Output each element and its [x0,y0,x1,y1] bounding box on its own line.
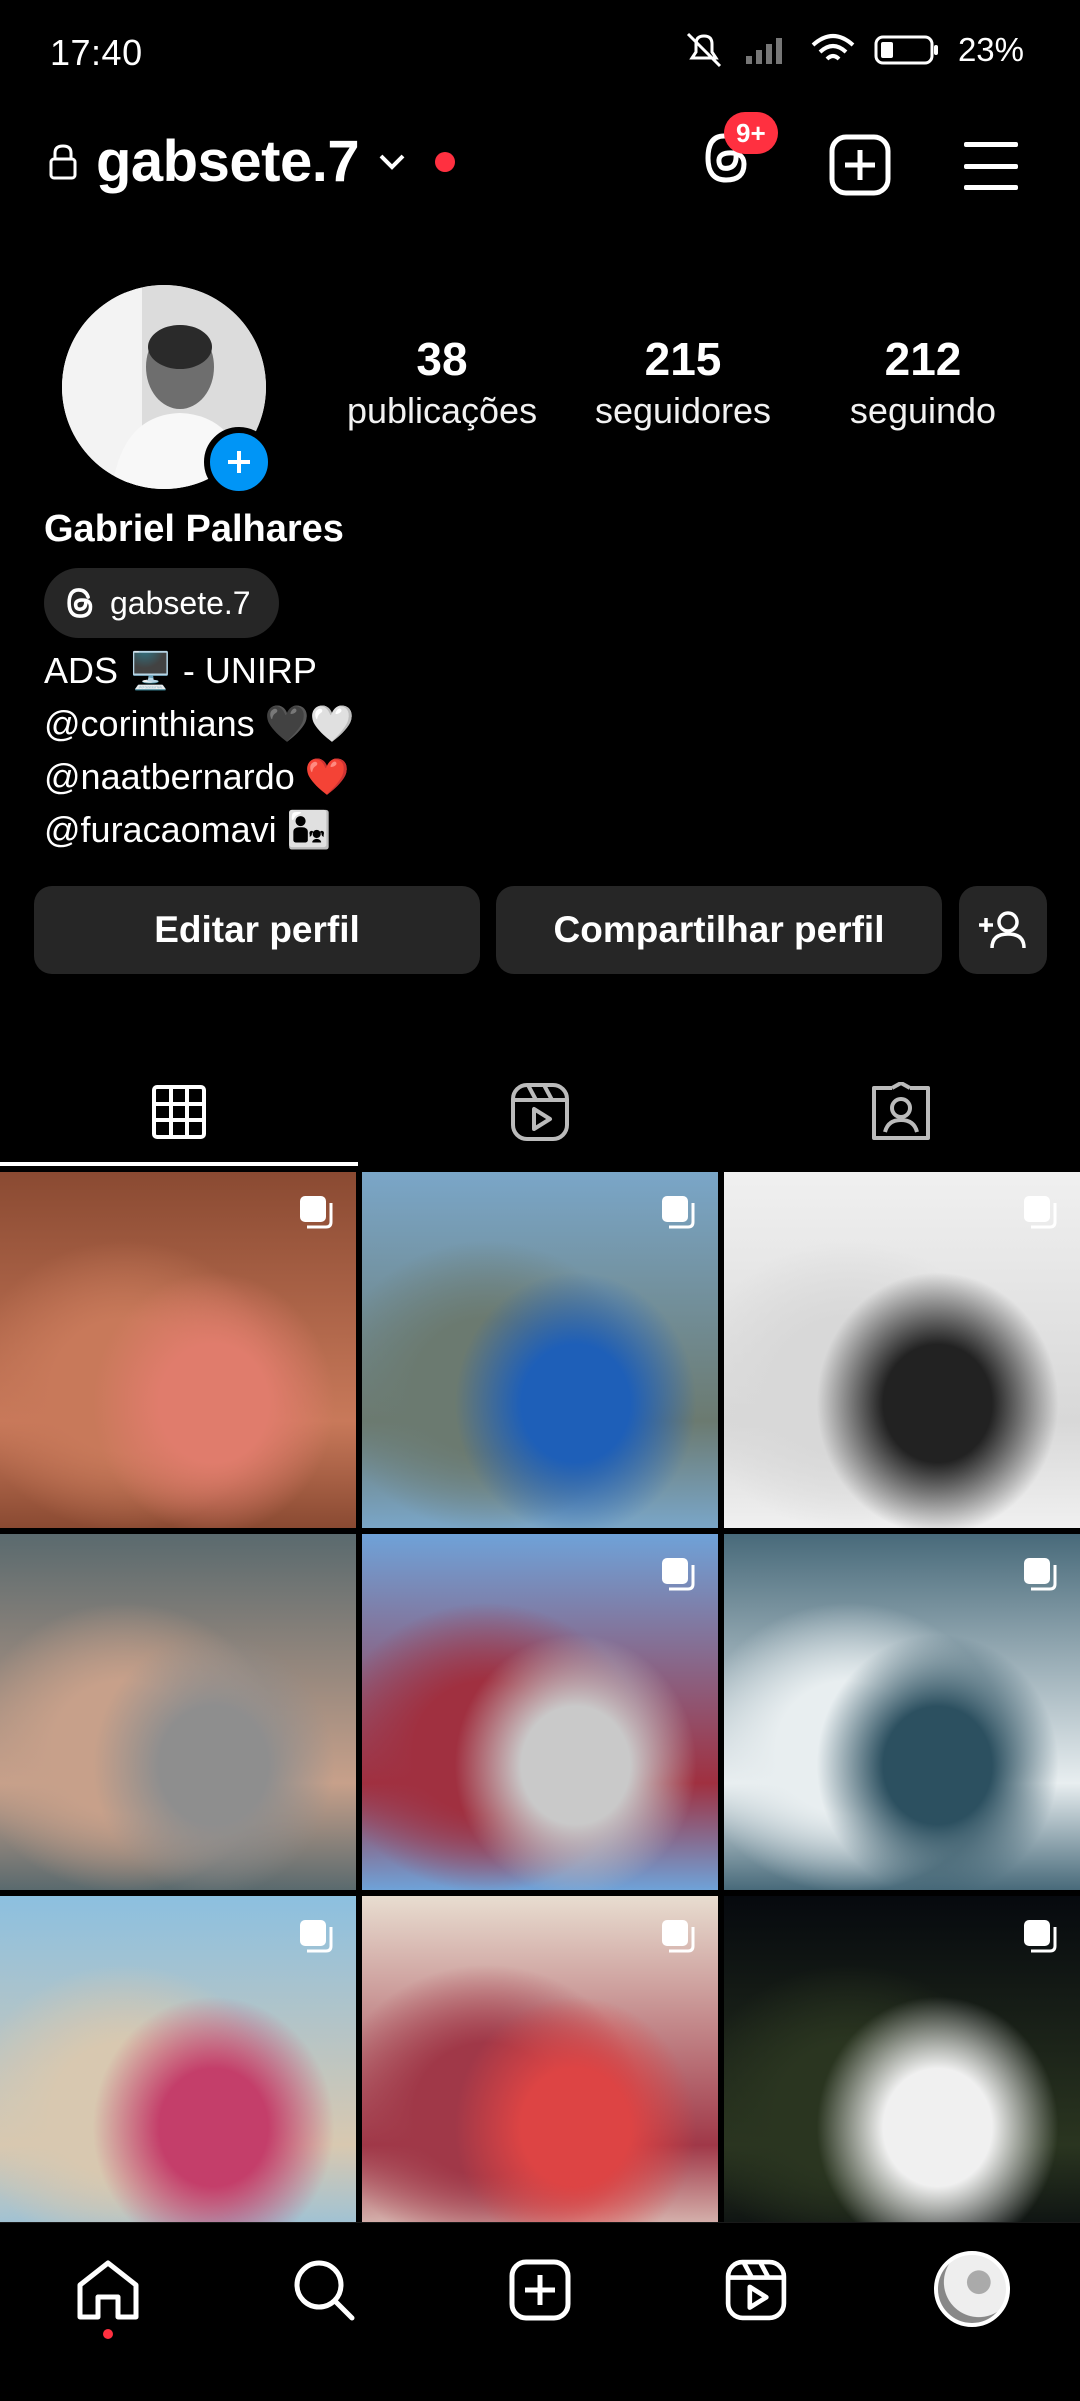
stat-label: publicações [346,390,538,431]
grid-post[interactable] [362,1172,718,1528]
battery-percentage: 23% [957,31,1024,68]
grid-post[interactable] [724,1896,1080,2252]
carousel-icon [1024,1920,1057,1953]
grid-post[interactable] [724,1534,1080,1890]
edit-profile-button[interactable]: Editar perfil [34,886,480,974]
bio-mention-line[interactable]: @naatbernardo ❤️ [44,750,354,803]
threads-badge: 9+ [724,112,778,154]
reels-icon [725,2259,787,2321]
grid-post[interactable] [362,1534,718,1890]
home-icon [77,2260,139,2320]
add-story-button[interactable] [204,427,274,497]
carousel-icon [1024,1558,1057,1591]
tab-reels[interactable] [361,1060,719,1164]
bio-line: ADS 🖥️ - UNIRP [44,650,317,691]
bio-mention-line[interactable]: @corinthians 🖤🤍 [44,697,354,750]
status-icons: 23% [682,30,1024,70]
carousel-icon [662,1196,695,1229]
plus-icon [228,451,250,473]
grid-post[interactable] [0,1896,356,2252]
signal-icon [745,38,782,64]
mute-icon [686,32,721,68]
stat-count: 212 [884,333,962,385]
carousel-icon [300,1920,333,1953]
stat-count: 215 [644,333,722,385]
nav-reels[interactable] [716,2250,796,2330]
grid-icon [152,1085,206,1139]
posts-grid [0,1172,1080,2252]
nav-search[interactable] [284,2250,364,2330]
tagged-icon [872,1082,930,1140]
create-button[interactable] [829,134,891,196]
grid-post[interactable] [724,1172,1080,1528]
carousel-icon [662,1558,695,1591]
profile-bio: ADS 🖥️ - UNIRP @corinthians 🖤🤍 @naatbern… [44,644,354,856]
carousel-icon [662,1920,695,1953]
tab-posts-grid[interactable] [0,1060,358,1164]
discover-people-button[interactable] [959,886,1047,974]
profile-full-name: Gabriel Palhares [44,508,344,550]
stat-label: seguindo [849,390,997,431]
tab-tagged[interactable] [722,1060,1080,1164]
grid-post[interactable] [0,1172,356,1528]
stat-count: 38 [416,333,468,385]
threads-profile-chip[interactable]: gabsete.7 [44,568,279,638]
plus-square-icon [829,134,891,196]
nav-profile-avatar[interactable] [934,2251,1010,2327]
status-time: 17:40 [50,32,143,73]
threads-icon [67,588,93,618]
lock-icon [49,143,77,179]
menu-button[interactable] [962,140,1020,192]
create-icon [509,2259,571,2321]
grid-post[interactable] [362,1896,718,2252]
search-icon [294,2260,355,2321]
threads-handle: gabsete.7 [110,584,251,621]
account-switcher[interactable]: gabsete.7 [48,128,456,195]
notification-dot [435,151,456,172]
share-profile-button[interactable]: Compartilhar perfil [496,886,942,974]
carousel-icon [1024,1196,1057,1229]
add-person-icon [979,911,1026,949]
stat-label: seguidores [594,390,772,431]
profile-username: gabsete.7 [96,129,360,194]
stat-posts[interactable]: 38 publicações [332,332,552,432]
bio-mention-line[interactable]: @furacaomavi 👨‍👧 [44,803,354,856]
carousel-icon [300,1196,333,1229]
chevron-down-icon [379,154,405,170]
active-tab-indicator [0,1162,358,1166]
nav-create[interactable] [500,2250,580,2330]
home-notification-dot [103,2329,113,2339]
stat-followers[interactable]: 215 seguidores [573,332,793,432]
grid-post[interactable] [0,1534,356,1890]
battery-icon [874,35,938,65]
wifi-icon [811,34,855,61]
nav-home[interactable] [68,2250,148,2330]
reels-icon [511,1083,569,1141]
stat-following[interactable]: 212 seguindo [813,332,1033,432]
hamburger-icon [964,142,1018,190]
